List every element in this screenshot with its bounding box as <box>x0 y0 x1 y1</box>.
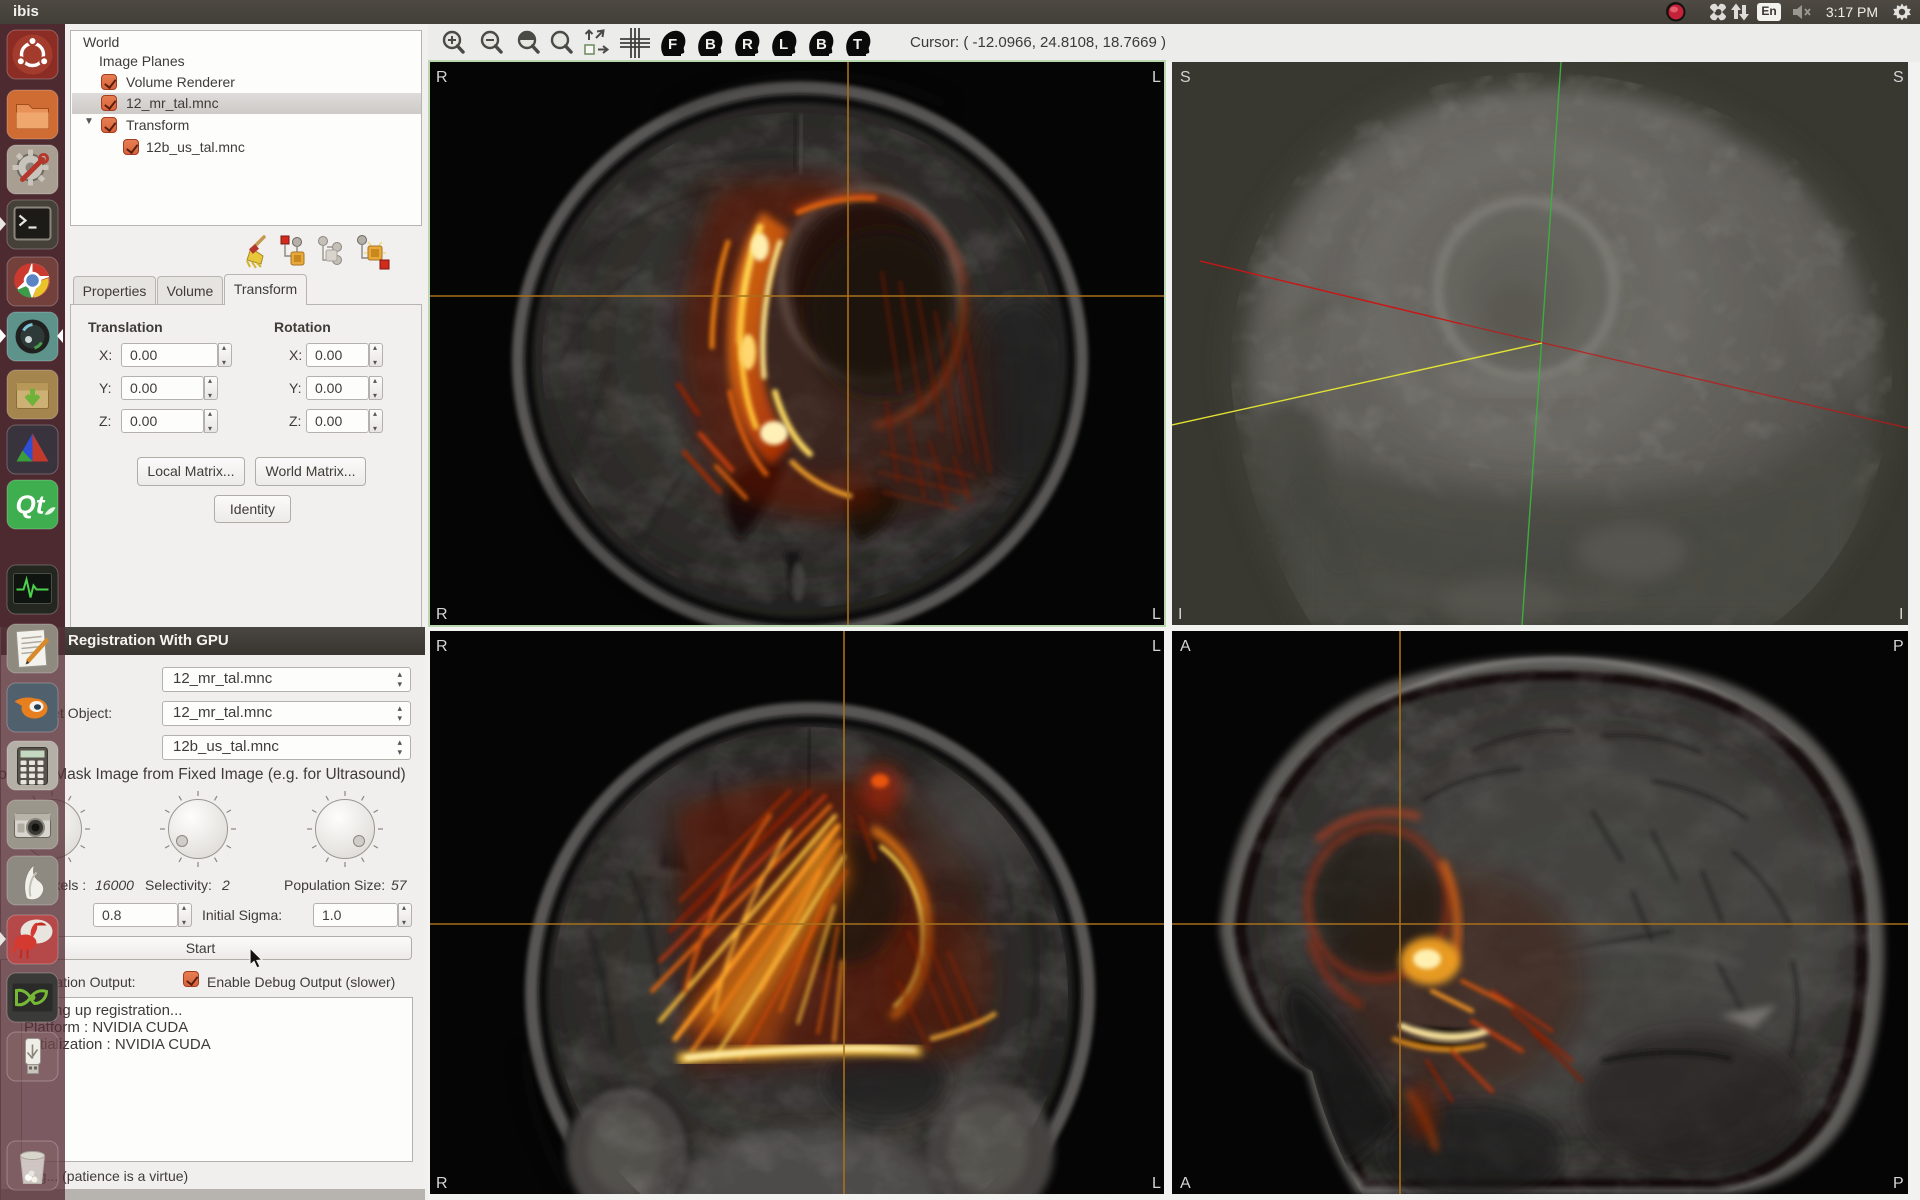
svg-text:F: F <box>668 36 677 53</box>
svg-text:R: R <box>742 36 753 53</box>
svg-text:S: S <box>1180 69 1191 86</box>
svg-text:I: I <box>1899 606 1903 623</box>
svg-text:L: L <box>779 36 788 53</box>
svg-text:R: R <box>436 69 448 86</box>
svg-text:L: L <box>1152 606 1161 623</box>
svg-text:L: L <box>1152 69 1161 86</box>
svg-text:T: T <box>853 36 862 53</box>
svg-text:I: I <box>1178 606 1182 623</box>
svg-text:Qt: Qt <box>16 490 46 520</box>
svg-text:L: L <box>1152 1175 1161 1192</box>
svg-text:P: P <box>1893 1175 1904 1192</box>
svg-text:B: B <box>705 36 716 53</box>
svg-text:A: A <box>1180 638 1191 655</box>
svg-text:B: B <box>816 36 827 53</box>
svg-text:R: R <box>436 606 448 623</box>
svg-text:R: R <box>436 1175 448 1192</box>
svg-text:R: R <box>436 638 448 655</box>
svg-text:A: A <box>1180 1175 1191 1192</box>
svg-text:P: P <box>1893 638 1904 655</box>
svg-text:S: S <box>1893 69 1904 86</box>
svg-text:L: L <box>1152 638 1161 655</box>
